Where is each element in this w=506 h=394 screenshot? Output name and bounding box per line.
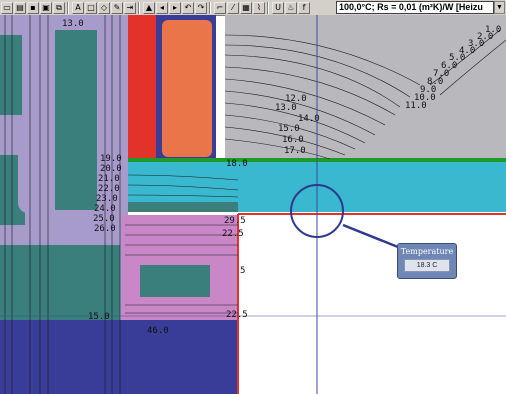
copy-icon[interactable]: ⧉ [53,1,65,14]
isotherm-label: 21.0 [98,174,120,184]
isotherm-label: 26.0 [94,224,116,234]
interior-area [238,214,506,394]
isotherm-label: 46.0 [147,326,169,336]
node-left-icon[interactable]: ◂ [156,1,168,14]
isotherm-label: 17.0 [284,146,306,156]
insulation-region [225,15,506,160]
isotherm-label: 1.0 [485,25,501,35]
pencil-icon[interactable]: ✎ [111,1,123,14]
boundary-condition-dropdown[interactable]: ▼ [494,1,505,14]
tooltip-title: Temperature [400,247,454,256]
isotherm-icon[interactable]: ♨ [285,1,297,14]
isotherm-label: 13.0 [62,19,84,29]
isotherm-label: 13.0 [275,103,297,113]
u-value-icon[interactable]: U [272,1,284,14]
rectangle-tool-icon[interactable]: □ [85,1,97,14]
print-icon[interactable]: ▣ [40,1,52,14]
isotherm-label: 5 [240,266,245,276]
node-right-icon[interactable]: ▸ [169,1,181,14]
isotherm-label: 19.0 [100,154,122,164]
redo-icon[interactable]: ↷ [195,1,207,14]
toolbar-separator [267,1,269,14]
undo-icon[interactable]: ↶ [182,1,194,14]
isotherm-label: 23.0 [96,194,118,204]
isotherm-label: 14.0 [298,114,320,124]
move-icon[interactable]: ⇥ [124,1,136,14]
profile-part [0,35,22,115]
isotherm-label: 25.0 [93,214,115,224]
temperature-factor-icon[interactable]: f [298,1,310,14]
text-tool-icon[interactable]: A [72,1,84,14]
boundary-icon[interactable]: ⌇ [253,1,265,14]
profile-part [0,245,120,320]
profile-part [55,30,97,210]
red-layer [128,15,158,160]
pipette-icon[interactable]: ⁄ [227,1,239,14]
save-icon[interactable]: ▪ [27,1,39,14]
core-region [162,20,212,157]
isotherm-label: 15.0 [278,124,300,134]
profile-part [140,265,210,297]
profile-part [128,202,238,212]
new-file-icon[interactable]: ▭ [1,1,13,14]
isotherm-label: 16.0 [282,135,304,145]
measure-icon[interactable]: ⌐ [214,1,226,14]
thermal-simulation-canvas[interactable]: 13.0 12.0 13.0 14.0 15.0 16.0 17.0 18.0 19.0 20.0… [0,15,506,394]
tooltip-value: 18.3 C [404,259,450,272]
isotherm-label: 20.0 [100,164,122,174]
shape-icon[interactable]: ▲ [143,1,155,14]
boundary-condition-field[interactable]: 100,0°C; Rs = 0,01 (m²K)/W [Heizu [336,1,494,14]
isotherm-label: 15.0 [88,312,110,322]
profile-cavity [18,143,40,213]
hatch-icon[interactable]: ▦ [240,1,252,14]
isotherm-label: 22.5 [226,310,248,320]
toolbar-separator [209,1,211,14]
floor-region [0,320,238,394]
polygon-tool-icon[interactable]: ◇ [98,1,110,14]
isotherm-label: 22.5 [222,229,244,239]
isotherm-label: 22.0 [98,184,120,194]
temperature-tooltip: Temperature 18.3 C [397,243,457,279]
toolbar-separator [67,1,69,14]
isotherm-label: 29.5 [224,216,246,226]
toolbar-separator [138,1,140,14]
isotherm-label: 24.0 [94,204,116,214]
open-folder-icon[interactable]: ▤ [14,1,26,14]
isotherm-plot: 13.012.013.014.015.016.017.018.019.020.0… [0,15,506,394]
isotherm-label: 18.0 [226,159,248,169]
